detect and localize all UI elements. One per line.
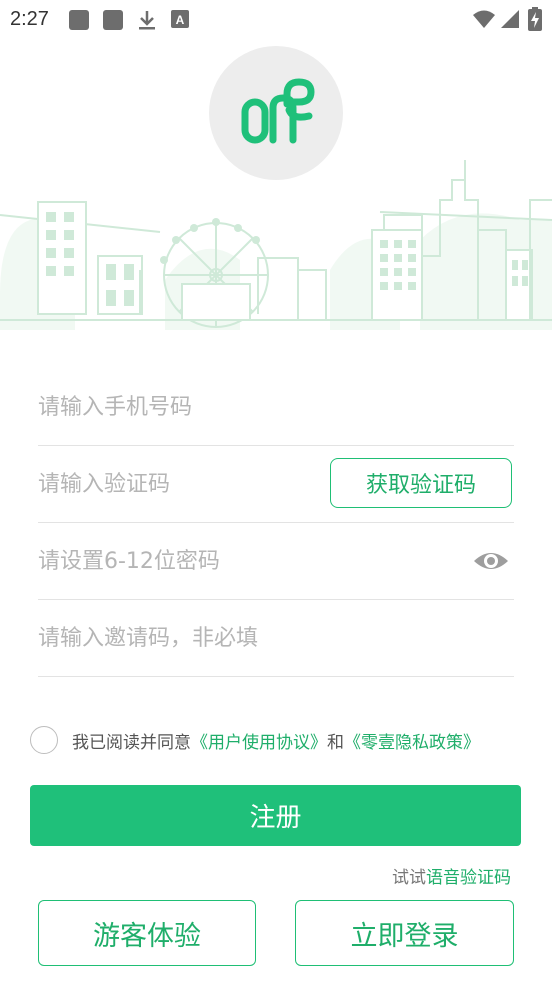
phone-input[interactable] — [38, 369, 514, 445]
user-agreement-link[interactable]: 《用户使用协议》 — [191, 728, 327, 753]
font-a-icon: A — [171, 10, 189, 28]
voice-code-prefix: 试试 — [392, 868, 426, 888]
password-input[interactable] — [38, 523, 458, 599]
agreement-prefix: 我已阅读并同意 — [72, 732, 191, 753]
eye-icon[interactable] — [472, 549, 510, 573]
register-button[interactable]: 注册 — [30, 785, 521, 846]
invite-code-input[interactable] — [38, 600, 514, 676]
city-skyline-illustration — [0, 160, 552, 330]
notification-square-icon — [103, 10, 123, 30]
privacy-policy-link[interactable]: 《零壹隐私政策》 — [344, 728, 480, 753]
battery-charging-icon — [528, 7, 542, 31]
svg-text:A: A — [176, 13, 185, 27]
agreement-and: 和 — [327, 732, 344, 753]
password-field — [38, 523, 514, 600]
one-logo-icon — [241, 78, 315, 144]
app-logo — [209, 46, 343, 180]
verification-code-input[interactable] — [38, 446, 318, 522]
voice-code-link[interactable]: 语音验证码 — [426, 868, 511, 888]
code-field: 获取验证码 — [38, 446, 514, 523]
agreement-checkbox[interactable] — [30, 726, 58, 754]
login-button[interactable]: 立即登录 — [295, 900, 514, 966]
get-code-button[interactable]: 获取验证码 — [330, 458, 512, 508]
voice-code-row: 试试语音验证码 — [392, 863, 511, 888]
status-bar: 2:27 A — [0, 0, 552, 38]
notification-square-icon — [69, 10, 89, 30]
wifi-icon — [473, 10, 495, 28]
status-time: 2:27 — [10, 8, 49, 30]
signal-icon — [501, 10, 519, 28]
agreement-row: 我已阅读并同意 《用户使用协议》 和 《零壹隐私政策》 — [30, 723, 480, 757]
guest-experience-button[interactable]: 游客体验 — [38, 900, 256, 966]
invite-code-field — [38, 600, 514, 677]
download-icon — [139, 11, 155, 30]
phone-field — [38, 369, 514, 446]
